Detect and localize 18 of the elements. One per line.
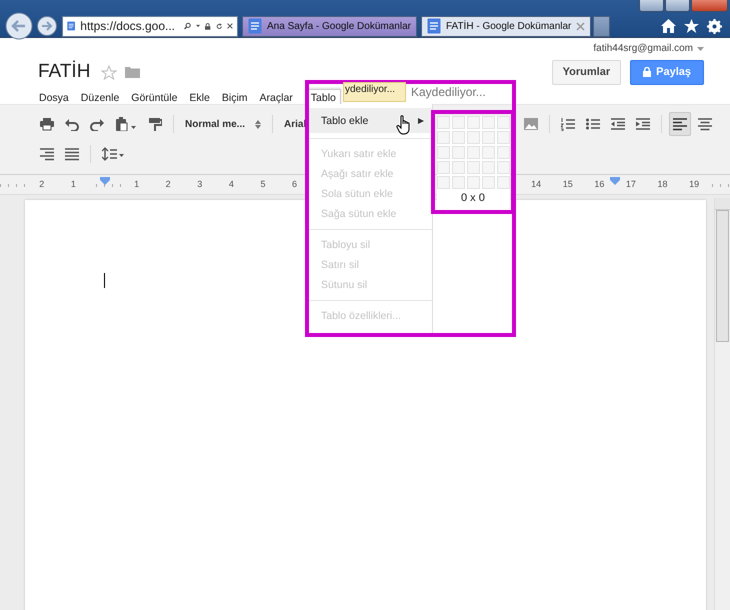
menu-item[interactable]: Araçlar <box>254 89 298 106</box>
menu-item[interactable]: Düzenle <box>76 89 124 106</box>
browser-tab[interactable]: Ana Sayfa - Google Dokümanlar <box>242 16 417 36</box>
menu-item[interactable]: Dosya <box>34 89 74 106</box>
browser-tab[interactable]: FATİH - Google Dokümanlar <box>420 16 592 36</box>
account-email[interactable]: fatih44srg@gmail.com <box>593 43 693 54</box>
document-title[interactable]: FATİH <box>38 61 90 83</box>
menu-option[interactable]: Tablo ekle <box>309 108 432 133</box>
save-tooltip: ydediliyor... <box>343 82 406 102</box>
comments-button[interactable]: Yorumlar <box>552 60 622 84</box>
menu-item[interactable]: Görüntüle <box>126 89 182 106</box>
menu-item[interactable]: Ekle <box>184 89 215 106</box>
save-status: Kaydediliyor... <box>411 85 486 99</box>
address-text: https://docs.goo... <box>80 19 176 33</box>
style-dropdown[interactable]: Normal me... <box>181 112 266 136</box>
address-bar[interactable]: https://docs.goo... <box>62 16 238 36</box>
grid-size-label: 0 x 0 <box>461 192 485 204</box>
menu-item[interactable]: Biçim <box>216 89 253 106</box>
